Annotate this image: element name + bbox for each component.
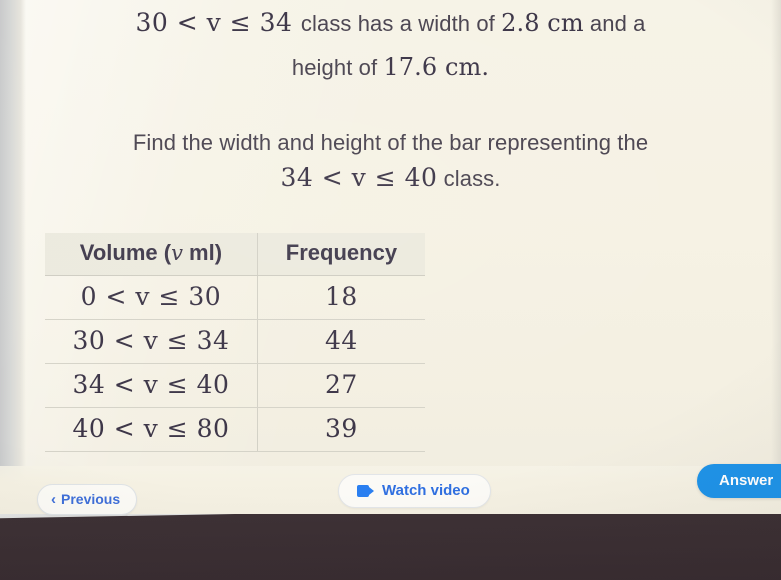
table-clip: Volume (v ml) Frequency 0 < v ≤ 30 18 30… [0, 0, 781, 478]
table-cell-volume: 0 < v ≤ 30 [45, 275, 258, 320]
watch-video-label: Watch video [382, 482, 470, 499]
table-header-volume-prefix: Volume ( [79, 240, 172, 265]
table-row: 34 < v ≤ 40 27 [45, 363, 425, 408]
frequency-table: Volume (v ml) Frequency 0 < v ≤ 30 18 30… [45, 233, 425, 452]
table-row: 30 < v ≤ 34 44 [45, 319, 425, 364]
watch-video-button[interactable]: Watch video [338, 474, 491, 508]
table-cell-volume: 34 < v ≤ 40 [45, 363, 258, 408]
table-header-volume: Volume (v ml) [45, 233, 258, 276]
table-header-row: Volume (v ml) Frequency [45, 233, 425, 276]
table-cell-volume: 40 < v ≤ 80 [45, 407, 258, 452]
table-cell-frequency: 39 [257, 407, 425, 452]
table-header-volume-variable: v [171, 241, 183, 265]
previous-button-label: Previous [61, 491, 121, 507]
previous-button[interactable]: ‹ Previous [37, 484, 138, 515]
table-cell-frequency: 44 [257, 319, 425, 364]
table-row: 40 < v ≤ 80 39 [45, 407, 425, 452]
table-cell-frequency: 18 [257, 275, 425, 320]
table-header-frequency: Frequency [257, 233, 425, 276]
answer-button[interactable]: Answer [697, 464, 781, 498]
table-cell-volume: 30 < v ≤ 34 [45, 319, 258, 364]
video-camera-icon [357, 484, 374, 497]
table-cell-frequency: 27 [257, 363, 425, 408]
table-body: 0 < v ≤ 30 18 30 < v ≤ 34 44 34 < v ≤ 40… [45, 275, 425, 452]
answer-button-label: Answer [719, 472, 774, 489]
photo-of-screen: 30 < v ≤ 34 class has a width of 2.8 cm … [0, 0, 781, 580]
table-header-volume-suffix: ml) [182, 240, 223, 265]
chevron-left-icon: ‹ [51, 490, 56, 508]
app-content: 30 < v ≤ 34 class has a width of 2.8 cm … [0, 0, 781, 515]
table-row: 0 < v ≤ 30 18 [45, 275, 425, 320]
